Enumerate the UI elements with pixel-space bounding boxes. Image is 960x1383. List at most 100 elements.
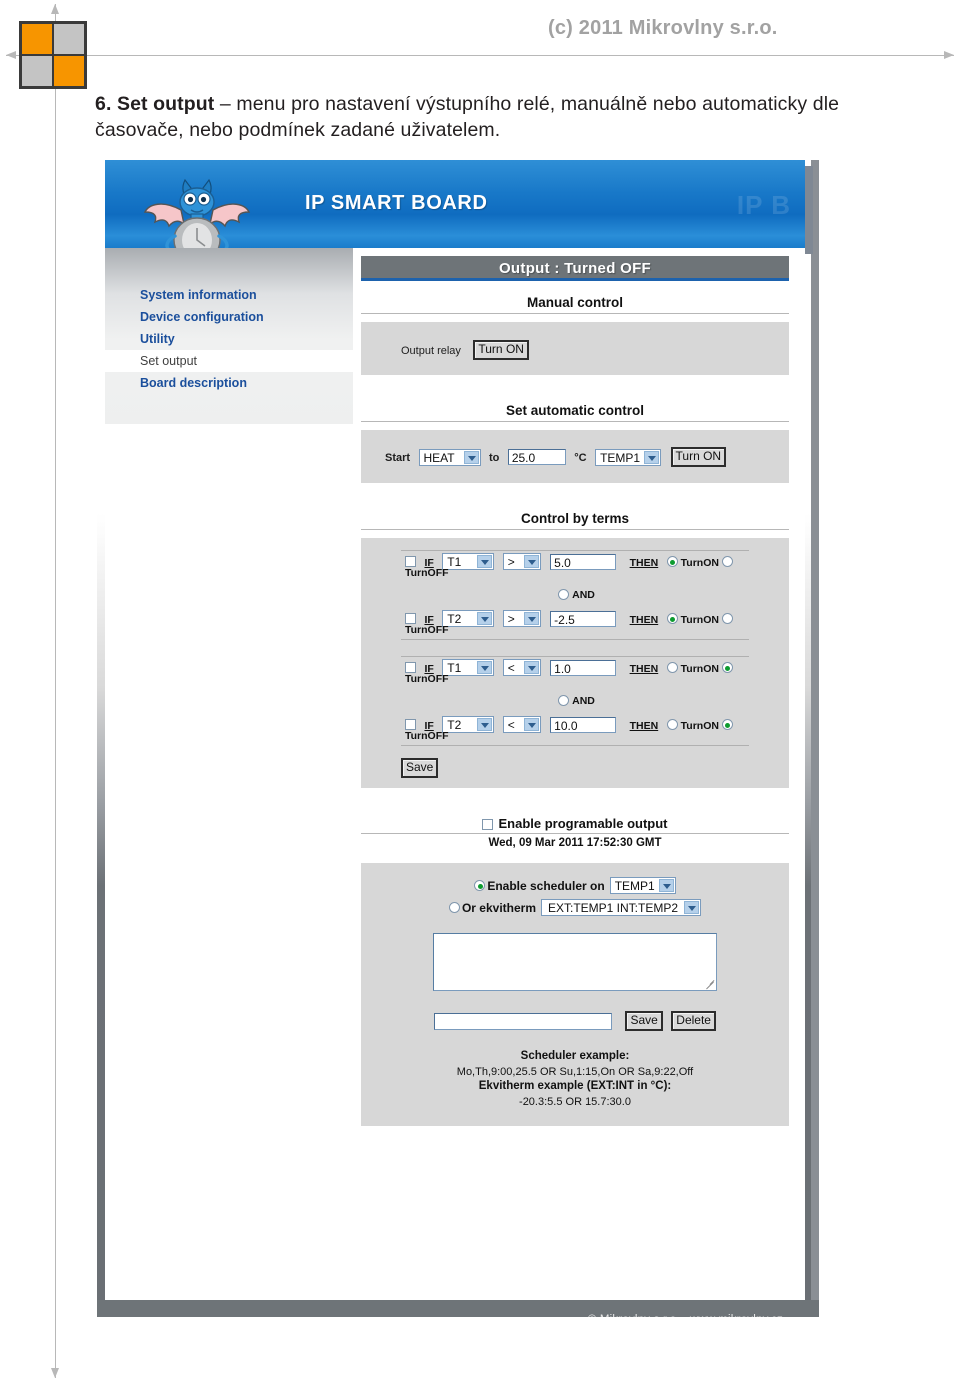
- group-2-and-label: AND: [572, 694, 595, 707]
- rule-2-sensor-select[interactable]: T2: [442, 610, 495, 628]
- chevron-down-icon: [644, 450, 660, 464]
- manual-control-panel: Output relay Turn ON: [361, 322, 789, 375]
- rule-3-turnoff-radio[interactable]: [721, 662, 733, 674]
- screenshot-right-shadow: [811, 160, 819, 1317]
- rule-row-1-controls: IF T1 > 5.0 THEN TurnON: [405, 553, 733, 571]
- ekvitherm-select[interactable]: EXT:TEMP1 INT:TEMP2: [541, 899, 702, 917]
- unit-label: °C: [574, 452, 587, 465]
- page-copyright: (c) 2011 Mikrovlny s.r.o.: [548, 17, 778, 39]
- rule-1-sensor-select[interactable]: T1: [442, 553, 495, 571]
- chevron-down-icon: [477, 718, 493, 732]
- sensor-value: TEMP1: [600, 450, 641, 465]
- sidebar-item-system-information[interactable]: System information: [105, 284, 353, 306]
- rule-3-sensor-value: T1: [447, 661, 462, 676]
- rule-1-value-input[interactable]: 5.0: [550, 553, 617, 570]
- header-drop-shadow: [805, 166, 813, 254]
- scheduler-sensor-select[interactable]: TEMP1: [609, 877, 676, 895]
- rule-2-value-input[interactable]: -2.5: [550, 610, 617, 627]
- rule-1-sensor-value: T1: [447, 555, 462, 570]
- scheduler-example-line: Mo,Th,9:00,25.5 OR Su,1:15,On OR Sa,9:22…: [456, 1065, 694, 1078]
- header-watermark: IP B: [736, 190, 791, 220]
- rule-4-turnon-label: TurnON: [680, 720, 719, 732]
- heat-mode-select[interactable]: HEAT: [418, 448, 481, 466]
- scheduler-textarea[interactable]: [433, 933, 717, 991]
- main-content: Output : Turned OFF Manual control Outpu…: [361, 256, 789, 1140]
- automatic-turn-on-button[interactable]: Turn ON: [670, 447, 727, 467]
- output-status-bar: Output : Turned OFF: [361, 256, 789, 281]
- rule-4-value-input[interactable]: 10.0: [550, 716, 617, 733]
- rule-2-turnon-radio[interactable]: [666, 613, 678, 625]
- sidebar-item-board-description[interactable]: Board description: [105, 372, 353, 394]
- sidebar-item-set-output[interactable]: Set output: [105, 350, 353, 372]
- enable-programable-output-checkbox[interactable]: [482, 819, 494, 831]
- rule-3-operator-select[interactable]: <: [502, 659, 541, 677]
- rule-2-turnoff-radio[interactable]: [721, 613, 733, 625]
- scheduler-name-input[interactable]: [434, 1012, 613, 1030]
- group-2-and-radio[interactable]: [558, 695, 570, 707]
- resize-grip-icon[interactable]: [705, 979, 714, 988]
- sidebar-item-device-configuration[interactable]: Device configuration: [105, 306, 353, 328]
- rule-1-turnoff-radio[interactable]: [721, 556, 733, 568]
- group-2-and-row: AND: [361, 688, 789, 714]
- group-1-and-radio[interactable]: [558, 589, 570, 601]
- rule-1-operator-select[interactable]: >: [502, 553, 541, 571]
- rule-3-value-input[interactable]: 1.0: [550, 659, 617, 676]
- setpoint-input[interactable]: 25.0: [507, 449, 566, 465]
- chevron-down-icon: [477, 612, 493, 626]
- brand-squares-logo: [19, 21, 87, 89]
- rule-4-turnoff-radio[interactable]: [721, 719, 733, 731]
- rule-1-turnon-radio[interactable]: [666, 556, 678, 568]
- enable-programable-output-label: Enable programable output: [498, 816, 668, 831]
- scheduler-save-button[interactable]: Save: [625, 1011, 663, 1031]
- group-1-and-label: AND: [572, 588, 595, 601]
- rule-2-operator-select[interactable]: >: [502, 610, 541, 628]
- control-by-terms-panel: IF T1 > 5.0 THEN TurnON TurnOFF AND IF T…: [361, 538, 789, 788]
- automatic-control-panel: Start HEAT to 25.0 °C TEMP1 Turn ON: [361, 430, 789, 483]
- brand-square-bottom-left: [21, 55, 53, 87]
- rule-4-sensor-select[interactable]: T2: [442, 716, 495, 734]
- output-relay-label: Output relay: [401, 345, 461, 358]
- rule-1-turnon-label: TurnON: [680, 557, 719, 569]
- rule-3-operator-value: <: [507, 661, 515, 676]
- device-datetime: Wed, 09 Mar 2011 17:52:30 GMT: [488, 837, 662, 849]
- ekvitherm-radio[interactable]: [448, 902, 460, 914]
- rule-1-enable-checkbox[interactable]: [405, 556, 416, 568]
- rule-2-enable-checkbox[interactable]: [405, 613, 416, 625]
- sidebar-menu: System information Device configuration …: [105, 284, 353, 394]
- rule-3-turnoff-label: TurnOFF: [405, 673, 449, 685]
- rule-3-enable-checkbox[interactable]: [405, 662, 416, 674]
- rule-4-operator-select[interactable]: <: [502, 716, 541, 734]
- enable-scheduler-radio[interactable]: [474, 880, 486, 892]
- chevron-down-icon: [684, 901, 700, 915]
- sensor-select[interactable]: TEMP1: [595, 448, 662, 466]
- manual-control-title: Manual control: [361, 295, 789, 314]
- rule-2-operator-value: >: [507, 612, 515, 627]
- rule-3-turnon-radio[interactable]: [666, 662, 678, 674]
- rule-2-turnoff-label: TurnOFF: [405, 624, 449, 636]
- page-caption: 6. Set output – menu pro nastavení výstu…: [95, 92, 895, 143]
- rule-row-1: IF T1 > 5.0 THEN TurnON TurnOFF: [361, 551, 789, 582]
- rule-4-enable-checkbox[interactable]: [405, 719, 416, 731]
- scheduler-delete-button[interactable]: Delete: [671, 1011, 716, 1031]
- rule-3-sensor-select[interactable]: T1: [442, 659, 495, 677]
- rule-3-turnon-label: TurnON: [680, 663, 719, 675]
- scheduler-name-row: Save Delete: [361, 1011, 789, 1031]
- output-relay-turn-on-button[interactable]: Turn ON: [473, 340, 529, 360]
- sidebar-item-utility[interactable]: Utility: [105, 328, 353, 350]
- terms-save-button[interactable]: Save: [401, 758, 439, 778]
- rule-4-turnon-radio[interactable]: [666, 719, 678, 731]
- page-horizontal-axis: [6, 51, 954, 59]
- heat-mode-value: HEAT: [423, 450, 455, 465]
